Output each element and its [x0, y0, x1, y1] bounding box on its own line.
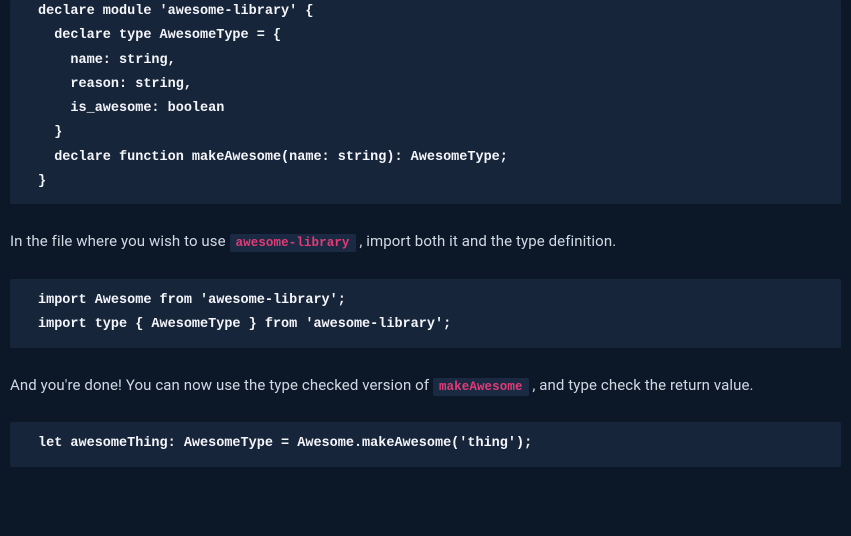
- code-block-usage: let awesomeThing: AwesomeType = Awesome.…: [10, 422, 841, 466]
- inline-code-makeawesome: makeAwesome: [433, 378, 529, 396]
- text: In the file where you wish to use: [10, 232, 230, 250]
- inline-code-library: awesome-library: [230, 234, 356, 252]
- code-block-import: import Awesome from 'awesome-library'; i…: [10, 279, 841, 348]
- paragraph-done: And you're done! You can now use the typ…: [10, 374, 841, 397]
- text: , and type check the return value.: [532, 376, 753, 394]
- paragraph-import-explain: In the file where you wish to use awesom…: [10, 230, 841, 253]
- code-block-declare: declare module 'awesome-library' { decla…: [10, 0, 841, 204]
- text: And you're done! You can now use the typ…: [10, 376, 433, 394]
- text: , import both it and the type definition…: [359, 232, 616, 250]
